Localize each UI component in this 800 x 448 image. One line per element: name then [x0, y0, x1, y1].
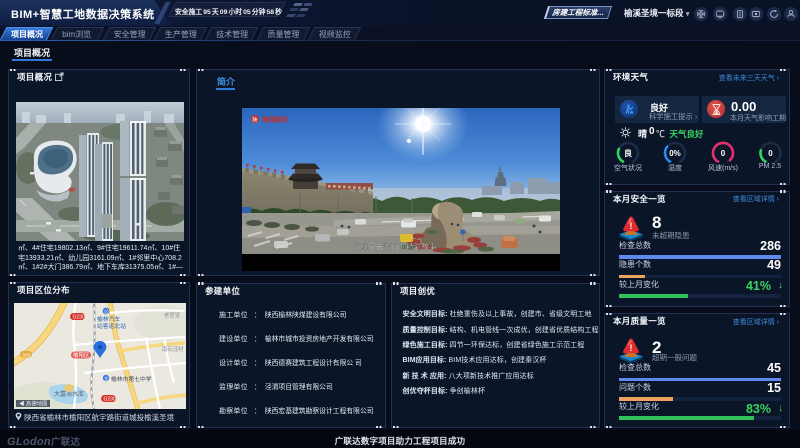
svg-text:榆林汽车: 榆林汽车 — [97, 315, 120, 323]
svg-text:榆林市第七中学: 榆林市第七中学 — [111, 375, 152, 383]
svg-text:!: ! — [630, 343, 633, 353]
svg-text:演绎风云变幻的精彩故事: 演绎风云变幻的精彩故事 — [353, 241, 437, 251]
svg-text:G230: G230 — [73, 315, 85, 321]
svg-text:榆阳区: 榆阳区 — [73, 351, 90, 359]
svg-text:老官宝: 老官宝 — [164, 311, 181, 319]
svg-text:0%: 0% — [669, 149, 681, 158]
svg-text:南石洼村: 南石洼村 — [162, 345, 184, 353]
svg-text:G230: G230 — [104, 397, 116, 403]
svg-text:◀ 高德地图: ◀ 高德地图 — [19, 400, 47, 408]
svg-text:!: ! — [630, 221, 633, 231]
svg-text:公: 公 — [104, 310, 109, 316]
svg-text:陕煤建设: 陕煤建设 — [262, 114, 289, 123]
svg-text:文: 文 — [104, 376, 109, 383]
svg-text:陕: 陕 — [253, 116, 258, 123]
svg-text:0: 0 — [768, 149, 773, 158]
svg-text:0: 0 — [721, 149, 726, 158]
svg-text:065: 065 — [23, 353, 31, 359]
svg-text:站客运北站: 站客运北站 — [97, 322, 126, 330]
svg-text:良: 良 — [624, 148, 632, 158]
